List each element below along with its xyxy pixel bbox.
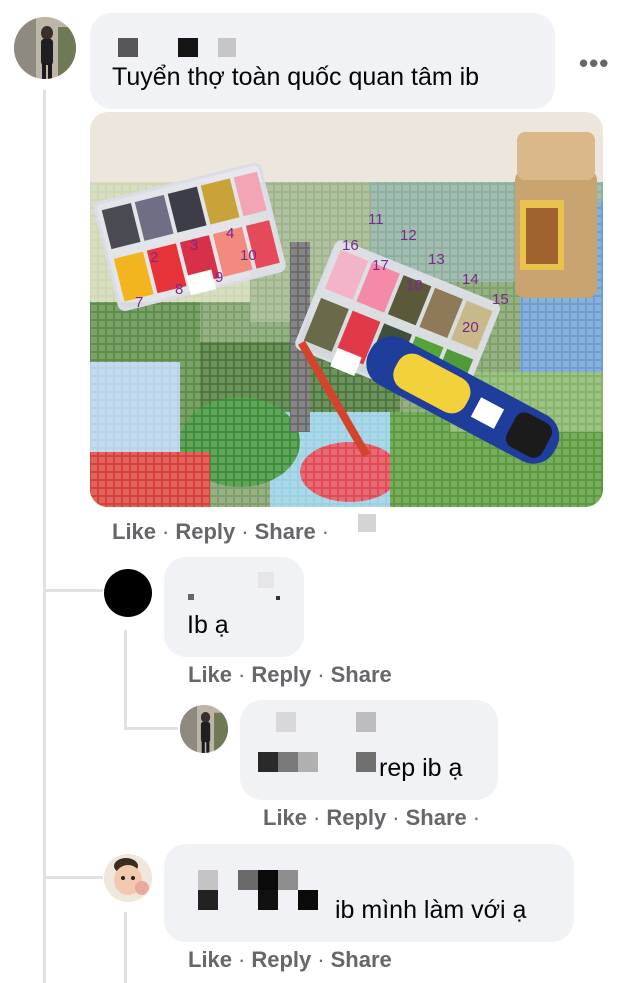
thread-line-main <box>43 90 46 983</box>
share-button[interactable]: Share <box>255 519 316 544</box>
tray-number: 13 <box>428 251 445 268</box>
thread-line-reply-1 <box>124 630 127 730</box>
reply-button[interactable]: Reply <box>251 662 311 687</box>
main-comment-bubble <box>90 13 555 109</box>
person-photo-icon <box>180 705 228 753</box>
separator: · <box>472 805 481 830</box>
redacted-name-block <box>298 752 318 772</box>
redacted-name-block <box>276 596 280 600</box>
tray-number: 17 <box>372 257 389 274</box>
redacted-name-block <box>258 870 278 890</box>
redacted-name-block <box>276 712 296 732</box>
comment-attached-photo[interactable]: 2 3 4 10 7 8 9 11 12 13 14 15 16 17 18 2… <box>90 112 603 507</box>
redacted-name-block <box>298 890 318 910</box>
tray-number: 7 <box>135 294 143 311</box>
reply-3-text: ib mình làm với ạ <box>335 896 527 924</box>
main-comment-actions: Like · Reply · Share · <box>112 519 335 545</box>
redacted-timestamp-block <box>358 514 376 532</box>
more-options-icon[interactable]: ••• <box>579 48 609 79</box>
reply-button[interactable]: Reply <box>326 805 386 830</box>
like-button[interactable]: Like <box>188 662 232 687</box>
share-button[interactable]: Share <box>406 805 467 830</box>
tray-number: 20 <box>462 319 479 336</box>
tray-number: 16 <box>342 237 359 254</box>
separator: · <box>238 662 246 687</box>
reply-1-actions: Like · Reply · Share <box>188 662 392 688</box>
redacted-name-block <box>198 890 218 910</box>
reply-2-avatar[interactable] <box>180 705 228 753</box>
reply-3-bubble <box>164 844 574 942</box>
thread-connector-reply-2 <box>124 727 178 730</box>
reply-2-actions: Like · Reply · Share · <box>263 805 486 831</box>
separator: · <box>241 519 249 544</box>
separator: · <box>162 519 170 544</box>
redacted-name-block <box>258 752 278 772</box>
redacted-name-block <box>258 890 278 910</box>
redacted-name-block <box>188 594 194 600</box>
reply-1-avatar[interactable] <box>104 569 152 617</box>
tray-number: 18 <box>406 277 423 294</box>
baby-photo-icon <box>104 854 152 902</box>
reply-3-actions: Like · Reply · Share <box>188 947 392 973</box>
redacted-name-block <box>238 870 258 890</box>
reply-1-bubble <box>164 557 304 657</box>
separator: · <box>317 947 325 972</box>
tray-number: 14 <box>462 271 479 288</box>
reply-2-text: rep ib ạ <box>379 754 463 782</box>
commenter-avatar[interactable] <box>14 17 76 79</box>
like-button[interactable]: Like <box>112 519 156 544</box>
separator: · <box>317 662 325 687</box>
redacted-name-block <box>356 712 376 732</box>
tray-number: 4 <box>226 225 234 242</box>
thread-line-reply-3 <box>124 912 127 983</box>
person-photo-icon <box>14 17 76 79</box>
redacted-name-block <box>278 752 298 772</box>
redacted-name-block <box>278 870 298 890</box>
redacted-name-block <box>218 38 236 57</box>
reply-3-avatar[interactable] <box>104 854 152 902</box>
tray-number: 2 <box>150 249 158 266</box>
share-button[interactable]: Share <box>331 947 392 972</box>
tray-number: 8 <box>175 281 183 298</box>
thread-connector-reply-3 <box>43 876 103 879</box>
separator: · <box>238 947 246 972</box>
like-button[interactable]: Like <box>188 947 232 972</box>
tray-number: 12 <box>400 227 417 244</box>
redacted-name-block <box>178 38 198 57</box>
share-button[interactable]: Share <box>331 662 392 687</box>
like-button[interactable]: Like <box>263 805 307 830</box>
reply-1-text: Ib ạ <box>187 611 229 639</box>
redacted-name-block <box>198 870 218 890</box>
tray-number: 11 <box>368 211 384 228</box>
tray-number: 9 <box>215 269 223 286</box>
thread-connector-reply-1 <box>43 589 103 592</box>
reply-button[interactable]: Reply <box>175 519 235 544</box>
reply-button[interactable]: Reply <box>251 947 311 972</box>
main-comment-text: Tuyển thợ toàn quốc quan tâm ib <box>112 63 480 91</box>
redacted-name-block <box>356 752 376 772</box>
tray-number: 15 <box>492 291 509 308</box>
tray-number: 3 <box>190 237 198 254</box>
separator: · <box>313 805 321 830</box>
separator: · <box>321 519 330 544</box>
redacted-name-block <box>258 572 274 588</box>
redacted-name-block <box>118 38 138 57</box>
diamond-painting-photo: 2 3 4 10 7 8 9 11 12 13 14 15 16 17 18 2… <box>90 112 603 507</box>
separator: · <box>392 805 400 830</box>
tray-number: 10 <box>240 247 257 264</box>
